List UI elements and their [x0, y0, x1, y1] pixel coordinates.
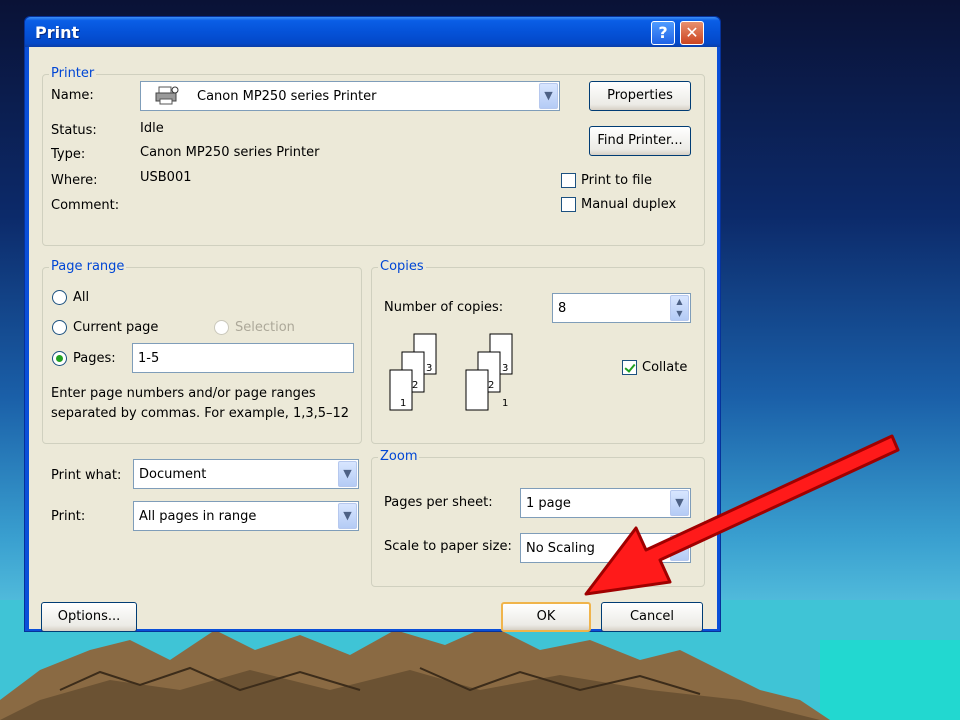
number-of-copies-label: Number of copies:: [384, 300, 504, 315]
number-of-copies-input[interactable]: 8 ▲ ▼: [552, 293, 691, 323]
collate-stack-1: 3 2 1: [389, 333, 437, 411]
where-value: USB001: [140, 170, 192, 185]
spinner-arrows-icon[interactable]: ▲ ▼: [670, 295, 689, 321]
selection-radio[interactable]: [214, 320, 229, 335]
red-arrow-annotation: [584, 434, 900, 596]
all-radio[interactable]: [52, 290, 67, 305]
collate-page-number: 3: [502, 363, 508, 374]
current-page-label[interactable]: Current page: [73, 320, 158, 336]
status-value: Idle: [140, 121, 164, 136]
pages-input-value: 1-5: [138, 351, 160, 366]
collate-page-number: 1: [502, 398, 508, 409]
print-what-label: Print what:: [51, 468, 122, 483]
options-button[interactable]: Options...: [41, 602, 137, 632]
print-value: All pages in range: [139, 509, 257, 524]
collate-page-number: 2: [412, 380, 418, 391]
scale-to-paper-label: Scale to paper size:: [384, 539, 512, 554]
collate-page-number: 3: [426, 363, 432, 374]
pages-per-sheet-label: Pages per sheet:: [384, 495, 493, 510]
close-button[interactable]: ✕: [680, 21, 704, 45]
print-dropdown[interactable]: All pages in range ▼: [133, 501, 359, 531]
zoom-group-label: Zoom: [378, 449, 420, 465]
properties-button[interactable]: Properties: [589, 81, 691, 111]
pages-radio[interactable]: [52, 351, 67, 366]
current-page-radio[interactable]: [52, 320, 67, 335]
collate-checkbox[interactable]: [622, 360, 637, 375]
printer-name-dropdown[interactable]: Canon MP250 series Printer ▼: [140, 81, 560, 111]
collate-page-number: 1: [400, 398, 406, 409]
chevron-down-icon[interactable]: ▼: [338, 503, 357, 529]
help-button[interactable]: ?: [651, 21, 675, 45]
copies-group: Copies Number of copies: 8 ▲ ▼ 3 2 1 3 2…: [371, 259, 705, 444]
chevron-down-icon[interactable]: ▼: [338, 461, 357, 487]
selection-label[interactable]: Selection: [235, 320, 295, 336]
type-label: Type:: [51, 147, 86, 162]
find-printer-button[interactable]: Find Printer...: [589, 126, 691, 156]
page-range-hint-line2: separated by commas. For example, 1,3,5–…: [51, 406, 350, 421]
manual-duplex-checkbox[interactable]: [561, 197, 576, 212]
printer-group: Printer Name: Canon MP250 series Printer…: [42, 66, 705, 246]
pages-label[interactable]: Pages:: [73, 351, 116, 367]
type-value: Canon MP250 series Printer: [140, 145, 320, 160]
manual-duplex-label[interactable]: Manual duplex: [581, 197, 676, 213]
collate-page-number: 2: [488, 380, 494, 391]
all-radio-label[interactable]: All: [73, 290, 89, 306]
help-icon: ?: [658, 23, 668, 42]
dialog-title: Print: [35, 23, 80, 42]
comment-label: Comment:: [51, 198, 120, 213]
printer-name-label: Name:: [51, 88, 94, 103]
copies-group-label: Copies: [378, 259, 426, 275]
print-to-file-label[interactable]: Print to file: [581, 173, 652, 189]
print-what-value: Document: [139, 467, 207, 482]
printer-name-value: Canon MP250 series Printer: [197, 89, 377, 104]
number-of-copies-value: 8: [558, 301, 567, 316]
status-label: Status:: [51, 123, 97, 138]
collate-stack-2: 3 2 1: [465, 333, 513, 411]
collate-illustration: 3 2 1 3 2 1: [389, 333, 513, 411]
title-bar[interactable]: Print ? ✕: [25, 17, 720, 47]
print-to-file-checkbox[interactable]: [561, 173, 576, 188]
page-range-group-label: Page range: [49, 259, 127, 275]
chevron-down-icon[interactable]: ▼: [539, 83, 558, 109]
collate-label[interactable]: Collate: [642, 360, 687, 376]
printer-group-label: Printer: [49, 66, 97, 82]
pages-input[interactable]: 1-5: [132, 343, 354, 373]
close-icon: ✕: [685, 23, 699, 42]
print-what-dropdown[interactable]: Document ▼: [133, 459, 359, 489]
page-range-hint-line1: Enter page numbers and/or page ranges: [51, 386, 316, 401]
where-label: Where:: [51, 173, 98, 188]
page-range-group: Page range All Current page Selection Pa…: [42, 259, 362, 444]
print-label: Print:: [51, 509, 86, 524]
printer-icon: [155, 86, 179, 105]
